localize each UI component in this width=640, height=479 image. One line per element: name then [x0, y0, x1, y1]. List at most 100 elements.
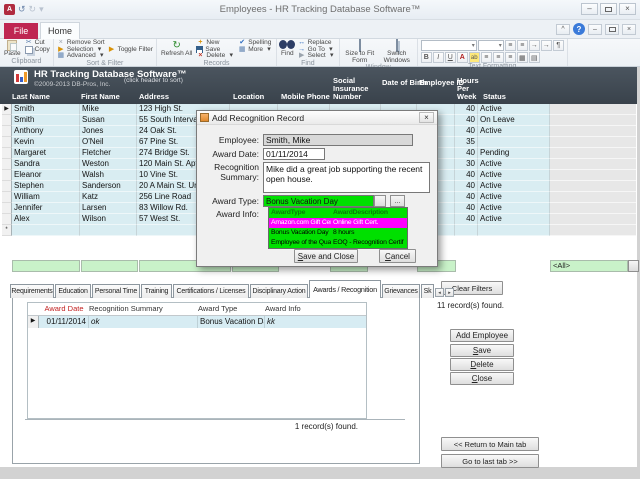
- cell-hours[interactable]: 40: [455, 203, 478, 214]
- switch-windows-button[interactable]: Switch Windows: [380, 39, 414, 64]
- pin-ribbon-icon[interactable]: ^: [556, 23, 570, 35]
- save-button[interactable]: Save: [450, 344, 514, 357]
- cell-hours[interactable]: [455, 225, 478, 236]
- cell-status[interactable]: Active: [478, 104, 550, 115]
- alternate-fill-icon[interactable]: ▤: [528, 52, 540, 63]
- row-selector[interactable]: [2, 126, 12, 137]
- cell-status[interactable]: Active: [478, 214, 550, 225]
- tab-requirements[interactable]: Requirements: [10, 284, 54, 298]
- column-header-mobile-phone[interactable]: Mobile Phone: [281, 93, 330, 101]
- tab-disciplinary[interactable]: Disciplinary Action: [250, 284, 308, 298]
- cell-hours[interactable]: 40: [455, 148, 478, 159]
- tab-awards-recognition[interactable]: Awards / Recognition: [309, 280, 381, 298]
- filter-last-name[interactable]: [12, 260, 80, 272]
- cell-first-name[interactable]: Fletcher: [80, 148, 137, 159]
- column-header-award-info[interactable]: Award Info: [265, 303, 366, 315]
- cell-status[interactable]: Active: [478, 159, 550, 170]
- close-form-button[interactable]: Close: [450, 372, 514, 385]
- cancel-button[interactable]: Cancel: [379, 249, 416, 263]
- cell-award-type[interactable]: Bonus Vacation Day: [198, 316, 265, 328]
- filter-dropdown-icon[interactable]: [628, 260, 639, 272]
- paragraph-direction-icon[interactable]: ¶: [552, 40, 564, 51]
- cell-status[interactable]: [478, 225, 550, 236]
- maximize-button[interactable]: [600, 3, 617, 15]
- cell-hours[interactable]: 30: [455, 159, 478, 170]
- gridlines-icon[interactable]: ▦: [516, 52, 528, 63]
- column-header-award-type[interactable]: Award Type: [198, 303, 265, 315]
- font-color-icon[interactable]: A: [456, 52, 468, 63]
- row-selector[interactable]: [2, 115, 12, 126]
- column-header-address[interactable]: Address: [139, 93, 169, 101]
- filter-first-name[interactable]: [81, 260, 138, 272]
- more-button[interactable]: ▦ More ▾: [238, 46, 273, 54]
- cell-first-name[interactable]: Weston: [80, 159, 137, 170]
- cell-last-name[interactable]: Margaret: [12, 148, 80, 159]
- paste-button[interactable]: Paste: [3, 40, 22, 58]
- award-type-dropdown-icon[interactable]: [374, 195, 386, 207]
- row-selector[interactable]: [2, 170, 12, 181]
- font-size-select[interactable]: ▾: [477, 40, 504, 51]
- underline-icon[interactable]: U: [444, 52, 456, 63]
- cell-hours[interactable]: 40: [455, 104, 478, 115]
- child-minimize-button[interactable]: –: [588, 23, 602, 35]
- row-selector[interactable]: [2, 192, 12, 203]
- column-header-hours[interactable]: Hours Per Week: [457, 77, 483, 101]
- filter-status-all[interactable]: <All>: [550, 260, 628, 272]
- select-button[interactable]: ▶ Select ▾: [298, 52, 336, 60]
- award-date-field[interactable]: 01/11/2014: [263, 148, 325, 160]
- cell-last-name[interactable]: Anthony: [12, 126, 80, 137]
- row-selector[interactable]: [2, 148, 12, 159]
- bold-icon[interactable]: B: [420, 52, 432, 63]
- child-restore-button[interactable]: [605, 23, 619, 35]
- row-selector[interactable]: ▶: [2, 104, 12, 115]
- bullets-icon[interactable]: ≡: [504, 40, 516, 51]
- cell-first-name[interactable]: Walsh: [80, 170, 137, 181]
- cell-award-date[interactable]: 01/11/2014: [39, 316, 89, 328]
- cell-last-name[interactable]: Alex: [12, 214, 80, 225]
- advanced-button[interactable]: ▦ Advanced ▾: [57, 52, 153, 60]
- cell-status[interactable]: Active: [478, 126, 550, 137]
- cell-hours[interactable]: 35: [455, 137, 478, 148]
- cell-status[interactable]: Active: [478, 203, 550, 214]
- find-button[interactable]: Find: [280, 40, 295, 58]
- cell-last-name[interactable]: Stephen: [12, 181, 80, 192]
- return-to-main-tab-button[interactable]: << Return to Main tab: [441, 437, 539, 451]
- new-row-selector[interactable]: *: [2, 225, 12, 236]
- list-item-highlighted[interactable]: Amazon.com Gift Certific Online Gift Cer…: [269, 218, 407, 228]
- cell-recognition-summary[interactable]: ok: [89, 316, 198, 328]
- award-row[interactable]: ▶ 01/11/2014 ok Bonus Vacation Day kk: [28, 316, 366, 328]
- cell-hours[interactable]: 40: [455, 170, 478, 181]
- list-item[interactable]: Bonus Vacation Day 8 hours: [269, 228, 407, 238]
- cell-first-name[interactable]: Jones: [80, 126, 137, 137]
- go-to-last-tab-button[interactable]: Go to last tab >>: [441, 454, 539, 468]
- dialog-close-icon[interactable]: ×: [419, 112, 434, 123]
- cell-last-name[interactable]: Jennifer: [12, 203, 80, 214]
- column-header-location[interactable]: Location: [233, 93, 264, 101]
- row-selector[interactable]: [2, 203, 12, 214]
- column-header-last-name[interactable]: Last Name: [12, 93, 50, 101]
- toggle-filter-button[interactable]: ▶ Toggle Filter: [108, 46, 153, 54]
- column-header-sin[interactable]: Social Insurance Number: [333, 77, 377, 101]
- minimize-button[interactable]: –: [581, 3, 598, 15]
- summary-field[interactable]: Mike did a great job supporting the rece…: [263, 162, 430, 193]
- refresh-all-button[interactable]: ↻ Refresh All: [160, 40, 193, 58]
- cell-status[interactable]: [478, 137, 550, 148]
- tab-scroll-right-icon[interactable]: ▸: [445, 288, 454, 297]
- cell-status[interactable]: Active: [478, 181, 550, 192]
- align-center-icon[interactable]: ≡: [492, 52, 504, 63]
- add-employee-button[interactable]: Add Employee: [450, 329, 514, 342]
- tab-skills[interactable]: Sk: [421, 284, 434, 298]
- highlight-icon[interactable]: ab: [468, 52, 480, 63]
- dialog-title-bar[interactable]: Add Recognition Record ×: [197, 111, 437, 125]
- cell-last-name[interactable]: [12, 225, 80, 236]
- close-button[interactable]: ×: [619, 3, 636, 15]
- cell-last-name[interactable]: Smith: [12, 104, 80, 115]
- child-close-button[interactable]: ×: [622, 23, 636, 35]
- row-selector[interactable]: [2, 181, 12, 192]
- italic-icon[interactable]: I: [432, 52, 444, 63]
- cell-hours[interactable]: 40: [455, 181, 478, 192]
- cell-first-name[interactable]: O'Neil: [80, 137, 137, 148]
- tab-scroll-left-icon[interactable]: ◂: [435, 288, 444, 297]
- increase-indent-icon[interactable]: →: [540, 40, 552, 51]
- help-icon[interactable]: ?: [573, 23, 585, 35]
